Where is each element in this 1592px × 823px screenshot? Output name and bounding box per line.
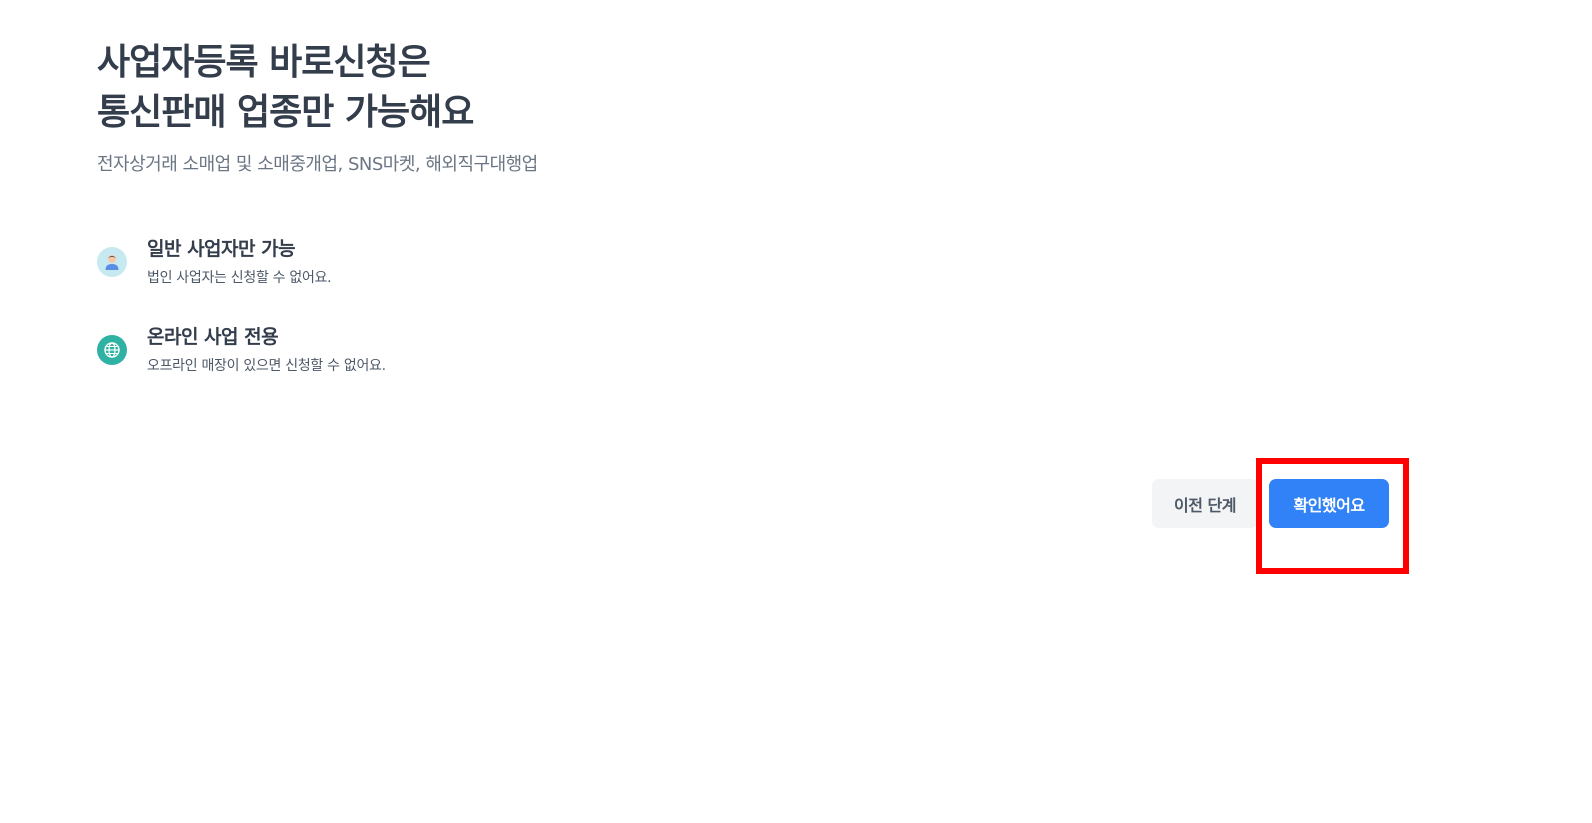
confirm-button[interactable]: 확인했어요	[1269, 479, 1389, 528]
previous-step-button[interactable]: 이전 단계	[1152, 479, 1258, 528]
person-icon	[97, 247, 127, 277]
page-title-line1: 사업자등록 바로신청은	[97, 42, 431, 83]
globe-icon	[97, 335, 127, 365]
feature-text: 일반 사업자만 가능 법인 사업자는 신청할 수 없어요.	[147, 236, 332, 288]
page: 사업자등록 바로신청은 통신판매 업종만 가능해요 전자상거래 소매업 및 소매…	[0, 0, 1592, 823]
feature-item-online-only: 온라인 사업 전용 오프라인 매장이 있으면 신청할 수 없어요.	[97, 324, 386, 376]
feature-title: 일반 사업자만 가능	[147, 238, 296, 260]
feature-title: 온라인 사업 전용	[147, 326, 279, 348]
page-title-line2: 통신판매 업종만 가능해요	[97, 92, 474, 133]
page-title: 사업자등록 바로신청은 통신판매 업종만 가능해요	[97, 38, 474, 138]
feature-item-sole-proprietor: 일반 사업자만 가능 법인 사업자는 신청할 수 없어요.	[97, 236, 332, 288]
feature-description: 오프라인 매장이 있으면 신청할 수 없어요.	[147, 358, 386, 374]
feature-description: 법인 사업자는 신청할 수 없어요.	[147, 270, 332, 286]
page-subtitle: 전자상거래 소매업 및 소매중개업, SNS마켓, 해외직구대행업	[97, 154, 538, 175]
feature-text: 온라인 사업 전용 오프라인 매장이 있으면 신청할 수 없어요.	[147, 324, 386, 376]
